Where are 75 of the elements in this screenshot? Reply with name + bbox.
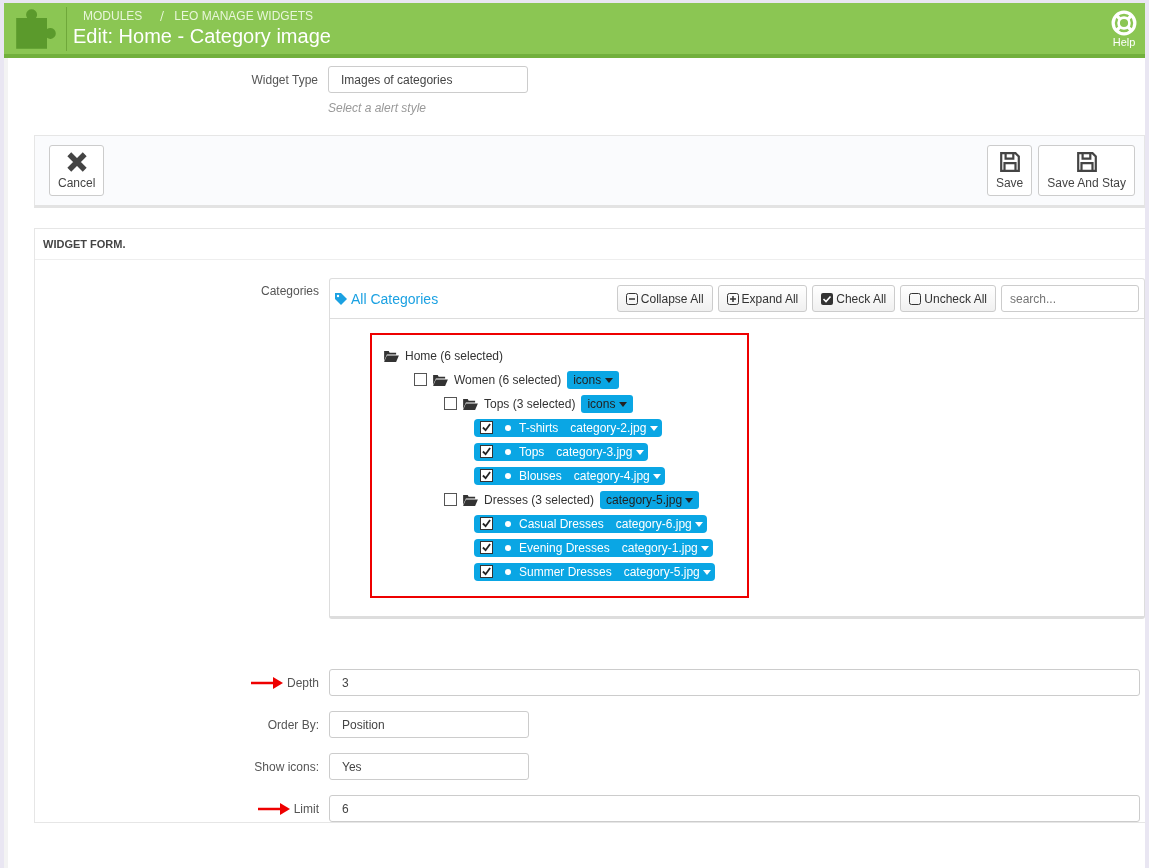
tree-label: Evening Dresses <box>519 540 610 555</box>
puzzle-icon <box>14 6 58 51</box>
caret-icon <box>685 497 694 503</box>
field-label: Depth <box>286 675 319 690</box>
all-categories-link[interactable]: All Categories <box>335 290 439 307</box>
caret-icon <box>701 545 710 551</box>
widget-type-field[interactable]: Images of categories <box>328 66 528 93</box>
image-dropdown[interactable]: icons <box>567 370 619 389</box>
bullet-icon <box>505 544 511 551</box>
checkbox[interactable] <box>414 373 427 386</box>
tree-label: T-shirts <box>519 420 559 435</box>
field-label: Order By: <box>267 717 319 732</box>
checkbox[interactable] <box>480 421 493 434</box>
tree-action-button[interactable]: Expand All <box>717 285 808 312</box>
checkbox[interactable] <box>480 541 493 554</box>
bullet-icon <box>505 520 511 527</box>
bullet-icon <box>505 424 511 431</box>
tree-label: Summer Dresses <box>519 564 612 579</box>
caret-icon <box>618 401 627 407</box>
tree-label[interactable]: Tops (3 selected) <box>484 396 576 411</box>
lifebuoy-icon <box>1111 9 1137 36</box>
image-dropdown[interactable]: category-5.jpg <box>600 490 700 509</box>
breadcrumb-separator-icon <box>160 11 165 21</box>
tree-label: Tops <box>519 444 545 459</box>
tree-label[interactable]: Dresses (3 selected) <box>484 492 595 507</box>
minus-square-icon <box>625 292 638 305</box>
field-label: Limit <box>293 801 319 816</box>
save-icon <box>998 151 1021 173</box>
folder-icon <box>433 373 448 386</box>
caret-icon <box>695 521 704 527</box>
folder-icon <box>463 397 478 410</box>
bullet-icon <box>505 448 511 455</box>
save-button[interactable]: Save And Stay <box>1038 145 1135 196</box>
tree-label: Blouses <box>519 468 562 483</box>
checkbox[interactable] <box>480 469 493 482</box>
cancel-button[interactable]: Cancel <box>49 145 105 196</box>
page-title: Edit: Home - Category image <box>73 25 332 48</box>
caret-icon <box>604 377 613 383</box>
empty-box-icon <box>909 292 922 305</box>
panel-title: WIDGET FORM. <box>35 229 1145 260</box>
text-field[interactable]: Position <box>329 711 529 738</box>
folder-icon <box>463 493 478 506</box>
tree-action-button[interactable]: Collapse All <box>616 285 713 312</box>
image-dropdown[interactable]: icons <box>581 394 633 413</box>
caret-icon <box>635 449 644 455</box>
text-field[interactable]: 3 <box>329 669 1140 696</box>
bullet-icon <box>505 472 511 479</box>
checked-box-icon <box>821 292 834 305</box>
bullet-icon <box>505 568 511 575</box>
field-label: Categories <box>259 283 320 298</box>
checkbox[interactable] <box>480 565 493 578</box>
text-field[interactable]: 6 <box>329 795 1140 822</box>
tree-action-button[interactable]: Check All <box>812 285 896 312</box>
field-label: Show icons: <box>254 759 319 774</box>
folder-icon <box>384 349 399 362</box>
save-icon <box>1075 151 1098 173</box>
tree-label[interactable]: Home (6 selected) <box>405 348 504 363</box>
plus-square-icon <box>726 292 739 305</box>
save-button[interactable]: Save <box>986 145 1033 196</box>
checkbox[interactable] <box>444 493 457 506</box>
caret-icon <box>703 569 712 575</box>
tree-label[interactable]: Women (6 selected) <box>454 372 562 387</box>
tag-icon <box>335 292 347 305</box>
checkbox[interactable] <box>444 397 457 410</box>
checkbox[interactable] <box>480 445 493 458</box>
checkbox[interactable] <box>480 517 493 530</box>
tree-action-button[interactable]: Uncheck All <box>900 285 996 312</box>
caret-icon <box>653 473 662 479</box>
field-hint: Select a alert style <box>328 101 428 115</box>
tree-label: Casual Dresses <box>519 516 604 531</box>
field-label: Widget Type <box>250 72 319 87</box>
text-field[interactable]: Yes <box>329 753 529 780</box>
search-field[interactable]: search... <box>1001 285 1139 312</box>
caret-icon <box>649 425 658 431</box>
close-icon <box>65 151 88 173</box>
